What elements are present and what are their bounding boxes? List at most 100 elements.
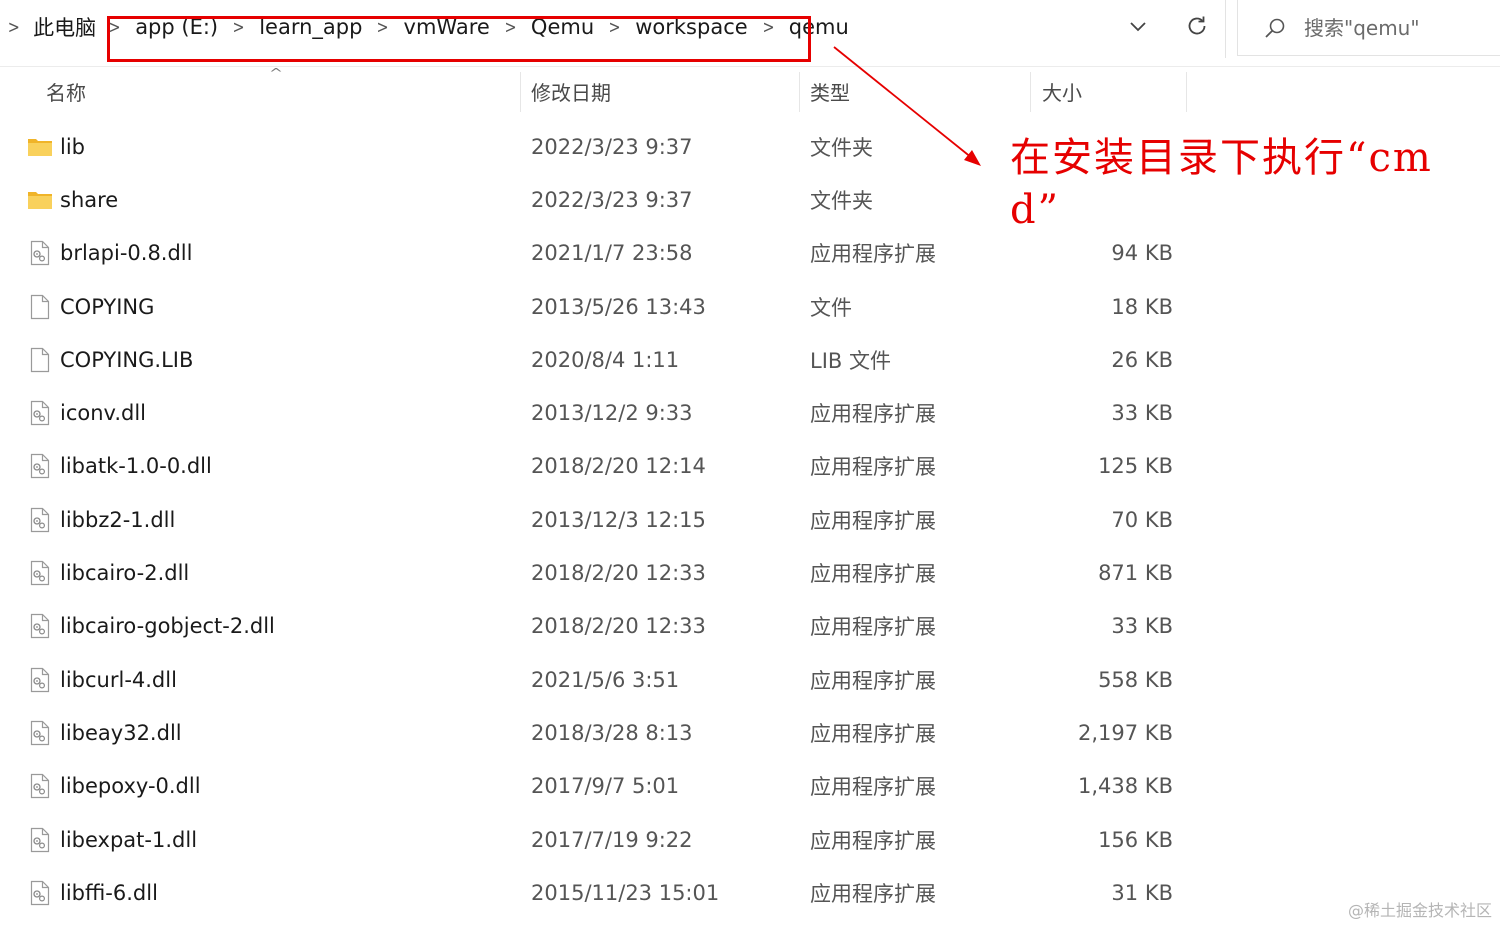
- file-type: 应用程序扩展: [810, 508, 936, 533]
- file-size: 33 KB: [1111, 614, 1173, 639]
- file-name[interactable]: libffi-6.dll: [60, 866, 158, 919]
- folder-icon: [27, 173, 53, 226]
- file-type: LIB 文件: [810, 348, 891, 373]
- file-icon: [27, 280, 53, 333]
- file-size: 871 KB: [1098, 561, 1173, 586]
- file-modified-date: 2022/3/23 9:37: [531, 134, 693, 159]
- dll-file-icon: [27, 866, 53, 919]
- refresh-button[interactable]: [1179, 8, 1215, 44]
- file-modified-date: 2018/2/20 12:14: [531, 454, 706, 479]
- file-row[interactable]: libatk-1.0-0.dll 2018/2/20 12:14 应用程序扩展 125…: [0, 440, 1200, 493]
- file-row[interactable]: COPYING.LIB 2020/8/4 1:11 LIB 文件 26 KB: [0, 333, 1200, 386]
- file-icon: [27, 333, 53, 386]
- breadcrumb-item-this-pc[interactable]: 此电脑: [29, 12, 98, 42]
- dll-file-icon: [27, 706, 53, 759]
- file-modified-date: 2018/2/20 12:33: [531, 614, 706, 639]
- file-modified-date: 2015/11/23 15:01: [531, 880, 720, 905]
- file-row[interactable]: libeay32.dll 2018/3/28 8:13 应用程序扩展 2,197 KB: [0, 706, 1200, 759]
- file-row[interactable]: libcurl-4.dll 2021/5/6 3:51 应用程序扩展 558 KB: [0, 653, 1200, 706]
- chevron-right-icon[interactable]: >: [3, 17, 26, 38]
- file-type: 应用程序扩展: [810, 562, 936, 587]
- dll-file-icon: [27, 386, 53, 439]
- file-modified-date: 2013/12/3 12:15: [531, 507, 706, 532]
- file-type: 应用程序扩展: [810, 402, 936, 427]
- file-row[interactable]: libcairo-2.dll 2018/2/20 12:33 应用程序扩展 871 K…: [0, 546, 1200, 599]
- file-name[interactable]: libcurl-4.dll: [60, 653, 177, 706]
- file-size: 1,438 KB: [1078, 774, 1173, 799]
- file-name[interactable]: brlapi-0.8.dll: [60, 227, 192, 280]
- address-divider: [1225, 0, 1226, 58]
- file-type: 文件: [810, 295, 852, 320]
- file-modified-date: 2020/8/4 1:11: [531, 347, 680, 372]
- column-divider[interactable]: [1186, 72, 1187, 112]
- dll-file-icon: [27, 813, 53, 866]
- file-modified-date: 2022/3/23 9:37: [531, 187, 693, 212]
- file-size: 558 KB: [1098, 667, 1173, 692]
- file-row[interactable]: libepoxy-0.dll 2017/9/7 5:01 应用程序扩展 1,438 K…: [0, 760, 1200, 813]
- file-row[interactable]: libbz2-1.dll 2013/12/3 12:15 应用程序扩展 70 KB: [0, 493, 1200, 546]
- annotation-text: 在安装目录下执行“cmd”: [1010, 135, 1433, 233]
- file-name[interactable]: libcairo-2.dll: [60, 546, 189, 599]
- column-divider[interactable]: [520, 72, 521, 112]
- file-size: 26 KB: [1111, 347, 1173, 372]
- file-name[interactable]: libepoxy-0.dll: [60, 760, 201, 813]
- dll-file-icon: [27, 493, 53, 546]
- refresh-icon: [1188, 16, 1206, 35]
- dll-file-icon: [27, 227, 53, 280]
- file-name[interactable]: libexpat-1.dll: [60, 813, 197, 866]
- address-bar-border: [0, 66, 1500, 67]
- file-size: 125 KB: [1098, 454, 1173, 479]
- file-size: 31 KB: [1111, 880, 1173, 905]
- folder-icon: [27, 120, 53, 173]
- file-size: 70 KB: [1111, 507, 1173, 532]
- file-name[interactable]: libatk-1.0-0.dll: [60, 440, 212, 493]
- file-type: 应用程序扩展: [810, 242, 936, 267]
- file-name[interactable]: iconv.dll: [60, 386, 146, 439]
- file-row[interactable]: libcairo-gobject-2.dll 2018/2/20 12:33 应用程…: [0, 600, 1200, 653]
- file-name[interactable]: COPYING: [60, 280, 154, 333]
- file-size: 2,197 KB: [1078, 720, 1173, 745]
- search-input[interactable]: [1304, 15, 1484, 40]
- column-header-row: ^ 名称 修改日期 类型 大小: [0, 66, 1500, 114]
- file-row[interactable]: libffi-6.dll 2015/11/23 15:01 应用程序扩展 31 KB: [0, 866, 1200, 919]
- file-type: 应用程序扩展: [810, 668, 936, 693]
- file-size: 33 KB: [1111, 401, 1173, 426]
- file-type: 应用程序扩展: [810, 775, 936, 800]
- search-box[interactable]: [1237, 0, 1500, 56]
- file-size: 18 KB: [1111, 294, 1173, 319]
- file-name[interactable]: libbz2-1.dll: [60, 493, 175, 546]
- column-divider[interactable]: [1030, 72, 1031, 112]
- column-header-name[interactable]: 名称: [46, 68, 86, 114]
- file-name[interactable]: COPYING.LIB: [60, 333, 193, 386]
- address-history-dropdown-button[interactable]: [1121, 10, 1155, 44]
- dll-file-icon: [27, 600, 53, 653]
- file-name[interactable]: libcairo-gobject-2.dll: [60, 600, 275, 653]
- column-header-type[interactable]: 类型: [810, 68, 850, 114]
- file-name[interactable]: libeay32.dll: [60, 706, 182, 759]
- column-divider[interactable]: [799, 72, 800, 112]
- column-header-date[interactable]: 修改日期: [531, 68, 611, 114]
- file-row[interactable]: COPYING 2013/5/26 13:43 文件 18 KB: [0, 280, 1200, 333]
- file-modified-date: 2013/12/2 9:33: [531, 401, 693, 426]
- file-modified-date: 2021/1/7 23:58: [531, 241, 693, 266]
- file-modified-date: 2017/9/7 5:01: [531, 774, 680, 799]
- file-row[interactable]: libexpat-1.dll 2017/7/19 9:22 应用程序扩展 156 KB: [0, 813, 1200, 866]
- file-row[interactable]: iconv.dll 2013/12/2 9:33 应用程序扩展 33 KB: [0, 386, 1200, 439]
- dll-file-icon: [27, 546, 53, 599]
- file-type: 应用程序扩展: [810, 615, 936, 640]
- address-bar: > 此电脑 > app (E:) > learn_app > vmWare > …: [0, 0, 1500, 67]
- file-type: 文件夹: [810, 135, 873, 160]
- file-type: 文件夹: [810, 188, 873, 213]
- dll-file-icon: [27, 653, 53, 706]
- annotation-highlight-box: [107, 16, 811, 62]
- file-modified-date: 2017/7/19 9:22: [531, 827, 693, 852]
- file-modified-date: 2013/5/26 13:43: [531, 294, 706, 319]
- file-name[interactable]: share: [60, 173, 118, 226]
- file-size: 156 KB: [1098, 827, 1173, 852]
- sort-ascending-icon: ^: [268, 66, 284, 80]
- file-modified-date: 2018/2/20 12:33: [531, 561, 706, 586]
- column-header-size[interactable]: 大小: [1042, 68, 1082, 114]
- watermark: @稀土掘金技术社区: [1347, 901, 1492, 920]
- file-name[interactable]: lib: [60, 120, 85, 173]
- dll-file-icon: [27, 440, 53, 493]
